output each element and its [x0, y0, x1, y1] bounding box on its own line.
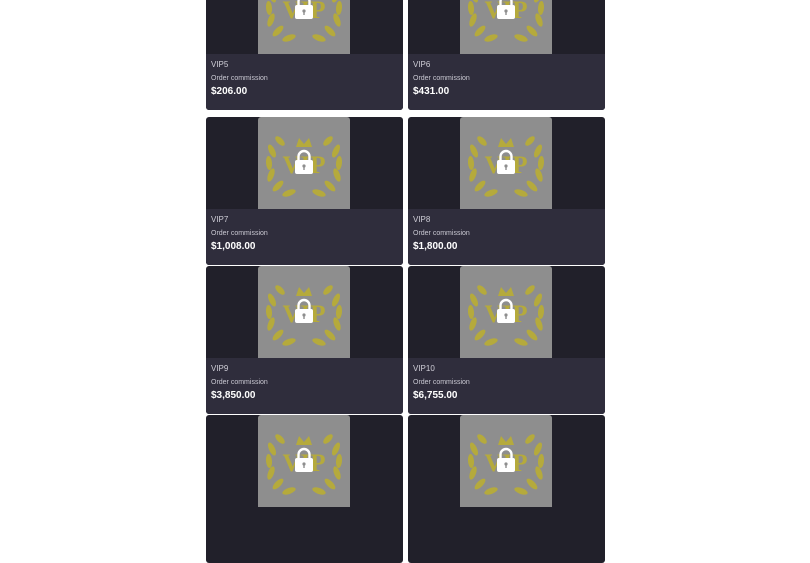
commission-amount: $206.00 [211, 86, 248, 97]
card-info: VIP10 Order commission $6,755.00 [408, 358, 605, 414]
vip-level-label: VIP10 [413, 364, 435, 373]
vip-badge-icon [264, 133, 344, 200]
card-info: VIP6 Order commission $431.00 [408, 54, 605, 110]
vip-badge-image [258, 0, 350, 54]
card-info: VIP5 Order commission $206.00 [206, 54, 403, 110]
vip-level-label: VIP8 [413, 215, 431, 224]
vip-badge-icon [466, 0, 546, 45]
commission-amount: $1,800.00 [413, 241, 458, 252]
vip-badge-icon [466, 133, 546, 200]
vip-badge-icon [466, 431, 546, 498]
vip-card-10[interactable]: VIP10 Order commission $6,755.00 [408, 266, 605, 414]
vip-badge-image [460, 0, 552, 54]
vip-badge-icon [264, 282, 344, 349]
vip-card-7[interactable]: VIP7 Order commission $1,008.00 [206, 117, 403, 265]
vip-badge-image [460, 117, 552, 209]
vip-card-5[interactable]: VIP5 Order commission $206.00 [206, 0, 403, 110]
card-info: VIP8 Order commission $1,800.00 [408, 209, 605, 265]
commission-amount: $3,850.00 [211, 390, 256, 401]
vip-badge-image [258, 266, 350, 358]
vip-card-12[interactable] [408, 415, 605, 563]
commission-label: Order commission [211, 75, 268, 82]
card-info: VIP7 Order commission $1,008.00 [206, 209, 403, 265]
vip-level-label: VIP7 [211, 215, 229, 224]
vip-level-label: VIP9 [211, 364, 229, 373]
commission-amount: $6,755.00 [413, 390, 458, 401]
commission-label: Order commission [413, 379, 470, 386]
vip-level-label: VIP5 [211, 60, 229, 69]
vip-level-label: VIP6 [413, 60, 431, 69]
vip-badge-icon [264, 431, 344, 498]
vip-badge-image [258, 117, 350, 209]
commission-label: Order commission [413, 230, 470, 237]
commission-label: Order commission [211, 379, 268, 386]
vip-card-11[interactable] [206, 415, 403, 563]
vip-badge-image [460, 266, 552, 358]
commission-amount: $431.00 [413, 86, 450, 97]
commission-label: Order commission [211, 230, 268, 237]
vip-card-8[interactable]: VIP8 Order commission $1,800.00 [408, 117, 605, 265]
vip-badge-icon [466, 282, 546, 349]
vip-card-9[interactable]: VIP9 Order commission $3,850.00 [206, 266, 403, 414]
commission-label: Order commission [413, 75, 470, 82]
vip-badge-image [460, 415, 552, 507]
vip-card-6[interactable]: VIP6 Order commission $431.00 [408, 0, 605, 110]
card-info: VIP9 Order commission $3,850.00 [206, 358, 403, 414]
commission-amount: $1,008.00 [211, 241, 256, 252]
vip-badge-image [258, 415, 350, 507]
vip-badge-icon [264, 0, 344, 45]
